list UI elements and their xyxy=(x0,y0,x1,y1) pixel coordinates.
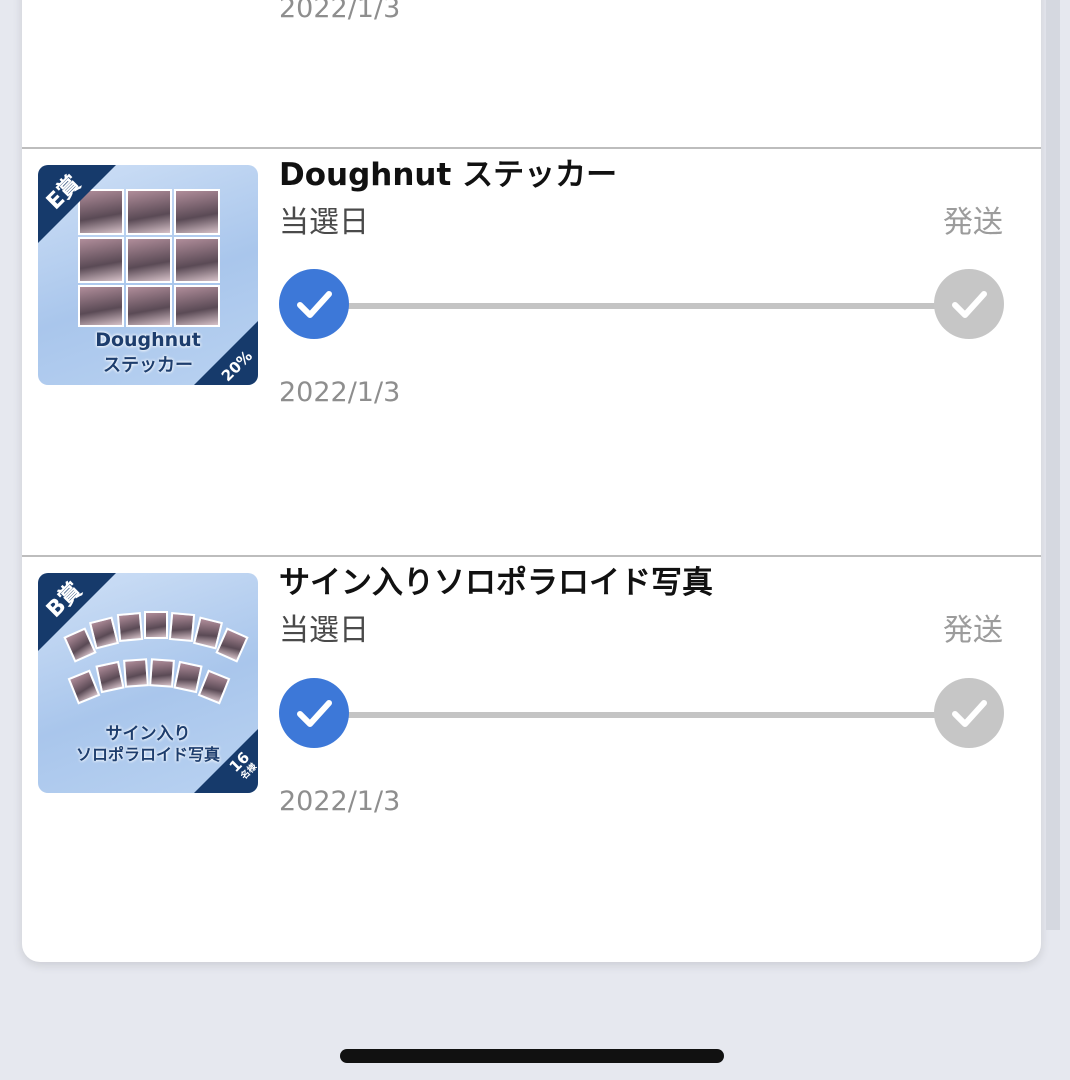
member-photo xyxy=(78,237,124,283)
member-photo xyxy=(78,285,124,327)
progress-track xyxy=(314,712,970,718)
polaroid-photo xyxy=(95,660,125,694)
prize-thumbnail: サイン入り ソロポラロイド写真 B賞 16 名様 xyxy=(38,573,258,793)
member-photo xyxy=(174,189,220,235)
home-indicator[interactable] xyxy=(340,1049,724,1063)
win-date: 2022/1/3 xyxy=(279,0,401,24)
list-item[interactable]: Doughnut ステッカー E賞 20% Doughnut ステッカー 当選日… xyxy=(22,149,1041,555)
shipped-step-check-icon xyxy=(934,269,1004,339)
win-date: 2022/1/3 xyxy=(279,786,401,817)
shipped-label: 発送 xyxy=(943,205,1003,240)
won-step-check-icon xyxy=(279,269,349,339)
progress-track xyxy=(314,303,970,309)
polaroid-photo xyxy=(123,658,149,688)
polaroid-photo xyxy=(173,660,203,694)
list-item[interactable]: 2022/1/3 xyxy=(22,0,1041,147)
member-photo xyxy=(174,237,220,283)
polaroid-photo xyxy=(67,669,101,705)
member-photo xyxy=(126,189,172,235)
shipped-step-check-icon xyxy=(934,678,1004,748)
prize-thumbnail: Doughnut ステッカー E賞 20% xyxy=(38,165,258,385)
list-item[interactable]: サイン入り ソロポラロイド写真 B賞 16 名様 サイン入りソロポラロイド写真 … xyxy=(22,557,1041,962)
won-label: 当選日 xyxy=(279,205,369,240)
member-photo xyxy=(126,285,172,327)
polaroid-photo xyxy=(197,669,231,705)
polaroid-photo xyxy=(116,612,144,642)
scroll-rail xyxy=(1046,0,1060,930)
prize-title: Doughnut ステッカー xyxy=(279,157,618,193)
prize-title: サイン入りソロポラロイド写真 xyxy=(279,565,713,601)
won-label: 当選日 xyxy=(279,613,369,648)
win-date: 2022/1/3 xyxy=(279,377,401,408)
member-photo xyxy=(126,237,172,283)
polaroid-photo xyxy=(168,612,196,642)
won-step-check-icon xyxy=(279,678,349,748)
polaroid-photo xyxy=(149,658,175,688)
shipped-label: 発送 xyxy=(943,613,1003,648)
polaroid-photo xyxy=(144,611,168,639)
prize-list-card: 2022/1/3 Doughnut ステッカー E賞 20% Doughnut … xyxy=(22,0,1041,962)
